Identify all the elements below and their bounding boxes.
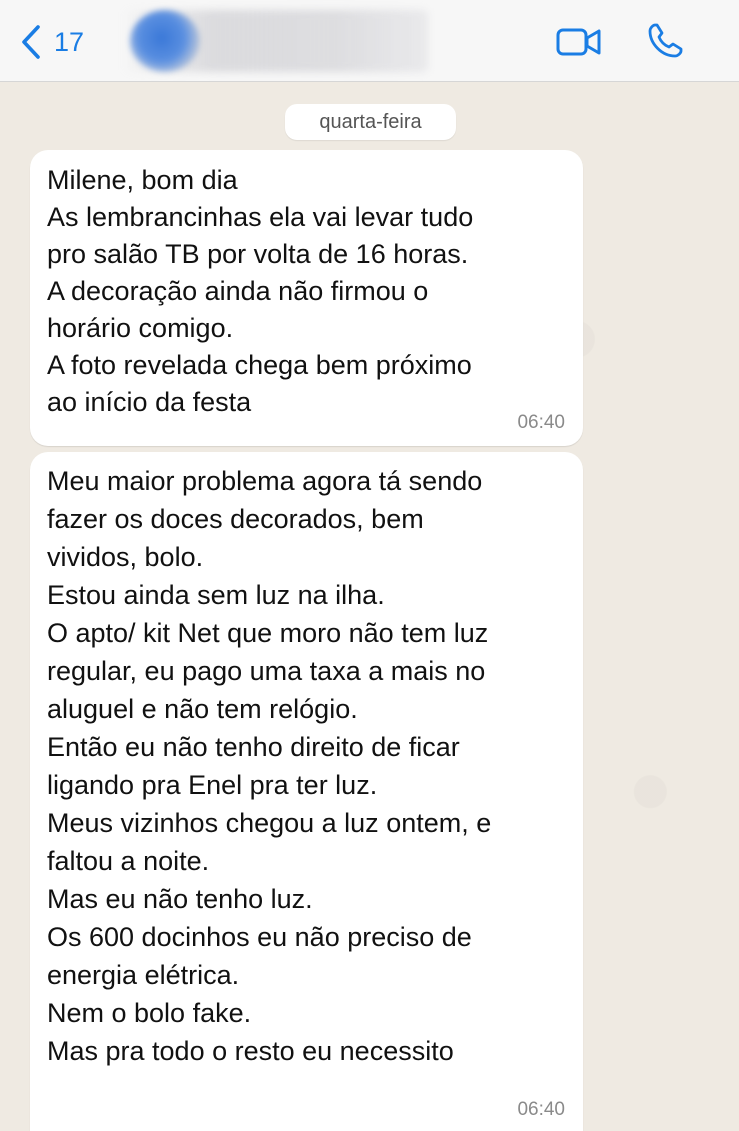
message-line: Meus vizinhos chegou a luz ontem, e (47, 808, 492, 838)
message-line: energia elétrica. (47, 960, 240, 990)
message-bubble[interactable]: Milene, bom dia As lembrancinhas ela vai… (30, 150, 583, 446)
message-line: aluguel e não tem relógio. (47, 694, 358, 724)
message-line: horário comigo. (47, 313, 234, 343)
message-line: Então eu não tenho direito de ficar (47, 732, 460, 762)
message-line: fazer os doces decorados, bem (47, 504, 424, 534)
message-line: pro salão TB por volta de 16 horas. (47, 239, 469, 269)
message-time: 06:40 (517, 412, 565, 433)
message-line: vividos, bolo. (47, 542, 204, 572)
video-camera-icon[interactable] (556, 26, 602, 58)
back-button[interactable]: 17 (20, 24, 84, 60)
message-line: Mas eu não tenho luz. (47, 884, 313, 914)
message-line: As lembrancinhas ela vai levar tudo (47, 202, 474, 232)
phone-icon[interactable] (646, 22, 684, 60)
message-line: Nem o bolo fake. (47, 998, 252, 1028)
message-line: A foto revelada chega bem próximo (47, 350, 472, 380)
date-separator: quarta-feira (285, 104, 456, 140)
message-bubble[interactable]: Meu maior problema agora tá sendo fazer … (30, 452, 583, 1131)
message-line: Mas pra todo o resto eu necessito (47, 1036, 454, 1066)
contact-avatar[interactable] (130, 10, 200, 72)
message-line: regular, eu pago uma taxa a mais no (47, 656, 486, 686)
message-line: O apto/ kit Net que moro não tem luz (47, 618, 489, 648)
chat-header: 17 (0, 0, 739, 82)
message-line: Estou ainda sem luz na ilha. (47, 580, 385, 610)
message-line: ligando pra Enel pra ter luz. (47, 770, 378, 800)
unread-count: 17 (54, 26, 85, 57)
message-line: Meu maior problema agora tá sendo (47, 466, 483, 496)
message-line: ao início da festa (47, 387, 252, 417)
message-line: Os 600 docinhos eu não preciso de (47, 922, 472, 952)
message-line: A decoração ainda não firmou o (47, 276, 429, 306)
message-time: 06:40 (517, 1099, 565, 1120)
chevron-left-icon (20, 24, 42, 60)
message-line: faltou a noite. (47, 846, 210, 876)
message-line: Milene, bom dia (47, 165, 238, 195)
